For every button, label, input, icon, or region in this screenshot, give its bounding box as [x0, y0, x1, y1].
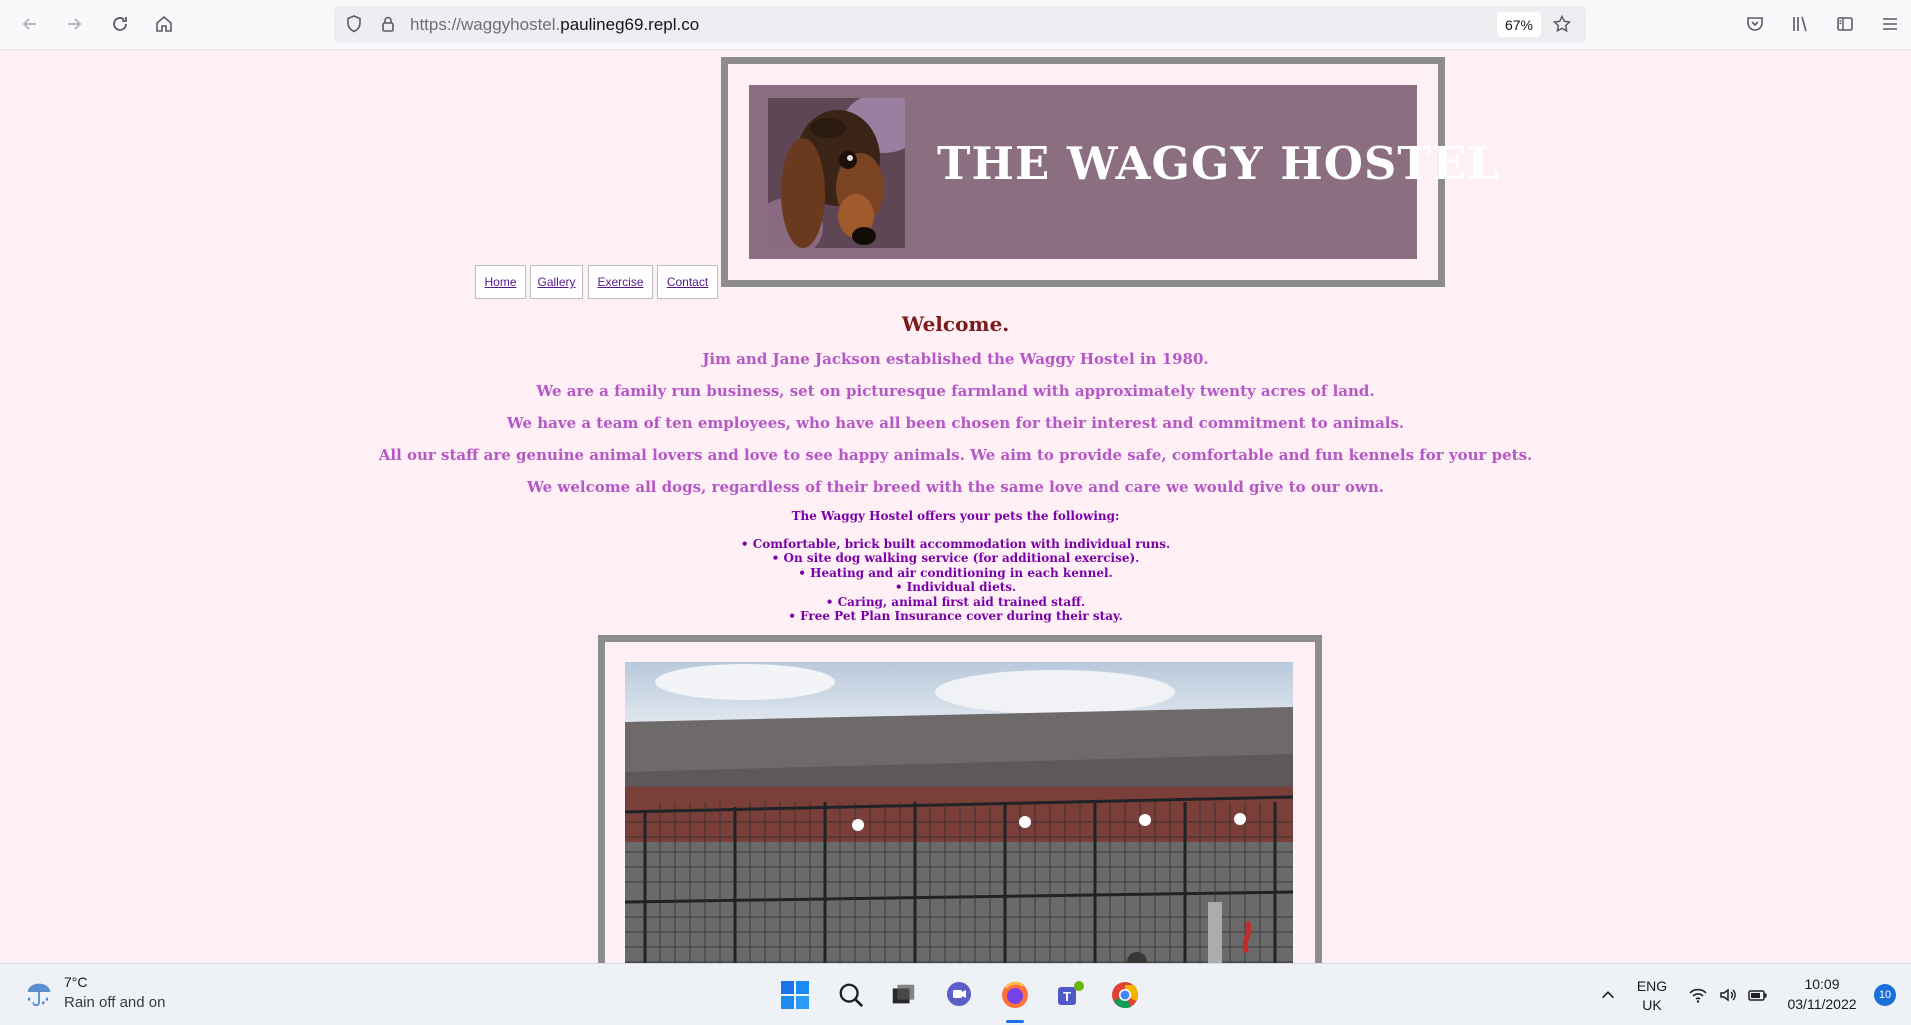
feature-item: • Comfortable, brick built accommodation… — [740, 537, 1171, 551]
taskbar: 7°C Rain off and on T ENG UK 10:09 03/11… — [0, 963, 1911, 1025]
teams-icon[interactable]: T — [1053, 978, 1087, 1012]
menu-icon[interactable] — [1878, 12, 1902, 36]
url-domain: paulineg69.repl.co — [560, 15, 700, 34]
kennel-photo — [625, 662, 1293, 963]
nav-contact[interactable]: Contact — [657, 265, 718, 299]
active-app-indicator — [1006, 1020, 1024, 1023]
language-indicator[interactable]: ENG — [1634, 978, 1670, 994]
pocket-icon[interactable] — [1743, 12, 1767, 36]
url-bar[interactable]: https://waggyhostel.paulineg69.repl.co 6… — [334, 6, 1586, 43]
feature-item: • Heating and air conditioning in each k… — [798, 566, 1113, 580]
lock-icon[interactable] — [376, 12, 400, 36]
dachshund-photo — [768, 98, 905, 248]
intro-paragraph-4: All our staff are genuine animal lovers … — [378, 446, 1533, 464]
feature-item: • Individual diets. — [894, 580, 1017, 594]
svg-text:T: T — [1063, 989, 1071, 1004]
chrome-icon[interactable] — [1108, 978, 1142, 1012]
feature-text: Comfortable, brick built accommodation w… — [752, 537, 1171, 551]
browser-toolbar: https://waggyhostel.paulineg69.repl.co 6… — [0, 0, 1911, 50]
nav-home[interactable]: Home — [475, 265, 526, 299]
task-view-icon[interactable] — [886, 978, 920, 1012]
windows-start-icon[interactable] — [778, 978, 812, 1012]
chat-icon[interactable] — [942, 978, 976, 1012]
volume-icon[interactable] — [1711, 978, 1745, 1012]
forward-arrow-icon[interactable] — [62, 12, 86, 36]
clock-time[interactable]: 10:09 — [1784, 976, 1860, 992]
feature-text: Individual diets. — [906, 580, 1017, 594]
sidebar-icon[interactable] — [1833, 12, 1857, 36]
battery-icon[interactable] — [1741, 978, 1775, 1012]
site-title: THE WAGGY HOSTEL — [937, 137, 1500, 190]
url-text[interactable]: https://waggyhostel.paulineg69.repl.co — [410, 15, 699, 35]
nav-exercise[interactable]: Exercise — [588, 265, 653, 299]
library-icon[interactable] — [1788, 12, 1812, 36]
header-frame: THE WAGGY HOSTEL — [721, 57, 1499, 287]
wifi-icon[interactable] — [1681, 978, 1715, 1012]
intro-paragraph-3: We have a team of ten employees, who hav… — [506, 414, 1405, 432]
welcome-heading: Welcome. — [901, 312, 1010, 336]
search-icon[interactable] — [834, 978, 868, 1012]
region-indicator[interactable]: UK — [1634, 997, 1670, 1013]
feature-item: • Free Pet Plan Insurance cover during t… — [788, 609, 1123, 623]
intro-paragraph-1: Jim and Jane Jackson established the Wag… — [702, 350, 1209, 368]
weather-rain-icon[interactable] — [22, 976, 56, 1010]
intro-paragraph-2: We are a family run business, set on pic… — [536, 382, 1375, 400]
nav-gallery[interactable]: Gallery — [530, 265, 583, 299]
clock-date[interactable]: 03/11/2022 — [1784, 996, 1860, 1012]
feature-text: Heating and air conditioning in each ken… — [810, 566, 1113, 580]
chevron-up-icon[interactable] — [1591, 978, 1625, 1012]
weather-temperature[interactable]: 7°C — [64, 974, 88, 990]
back-arrow-icon[interactable] — [18, 12, 42, 36]
feature-text: Free Pet Plan Insurance cover during the… — [800, 609, 1123, 623]
offers-heading: The Waggy Hostel offers your pets the fo… — [791, 509, 1120, 523]
zoom-badge[interactable]: 67% — [1497, 12, 1541, 37]
firefox-icon[interactable] — [998, 978, 1032, 1012]
kennel-photo-frame — [598, 635, 1322, 963]
feature-item: • Caring, animal first aid trained staff… — [825, 595, 1086, 609]
url-prefix: https://waggyhostel. — [410, 15, 561, 34]
bookmark-star-icon[interactable] — [1550, 12, 1574, 36]
shield-icon[interactable] — [342, 12, 366, 36]
header-banner: THE WAGGY HOSTEL — [749, 85, 1499, 259]
notification-badge[interactable]: 10 — [1874, 984, 1896, 1006]
feature-text: Caring, animal first aid trained staff. — [837, 595, 1086, 609]
reload-icon[interactable] — [108, 12, 132, 36]
intro-paragraph-5: We welcome all dogs, regardless of their… — [527, 478, 1384, 496]
feature-item: • On site dog walking service (for addit… — [771, 551, 1140, 565]
home-icon[interactable] — [152, 12, 176, 36]
web-page: THE WAGGY HOSTEL Home Gallery Exercise C… — [0, 50, 1911, 963]
weather-description[interactable]: Rain off and on — [64, 994, 165, 1011]
feature-text: On site dog walking service (for additio… — [783, 551, 1140, 565]
